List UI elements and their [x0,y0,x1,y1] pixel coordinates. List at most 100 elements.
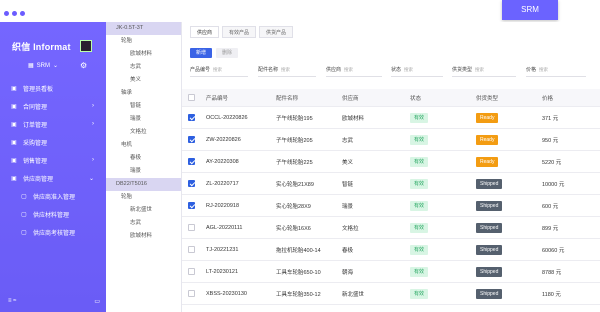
tree-node[interactable]: 智链 [106,100,181,113]
table-row[interactable]: TJ-20221231 拖拉机轮胎400-14 春极 有效 Shipped 60060 元 [182,239,600,261]
sidebar-item[interactable]: ▣ 订单管理 › [0,115,106,133]
part-name: 子午线轮胎205 [276,137,313,144]
tree-group[interactable]: JK-0.5T-3T [106,22,181,35]
tab-supply-products[interactable]: 供货产品 [259,26,294,38]
part-name: 实心轮胎28X9 [276,203,311,210]
column-header[interactable]: 配件名称 [276,89,298,106]
sidebar-subitem[interactable]: ▢ 供应商考核管理 [0,223,106,241]
tree-node[interactable]: 新北盛世 [106,204,181,217]
filter-underline [190,76,248,77]
gear-icon[interactable]: ⚙ [80,61,87,70]
sidebar-subitem-label: 供应商考核管理 [33,230,76,237]
tree-node[interactable]: 瑞景 [106,165,181,178]
add-button[interactable]: 新增 [190,48,213,58]
filter-field[interactable]: 供货类型 搜索 [452,66,516,77]
filter-field[interactable]: 产品编号 搜索 [190,66,248,77]
tree-node[interactable]: 轴承 [106,87,181,100]
filter-placeholder[interactable]: 搜索 [475,67,484,72]
product-code: RJ-20220918 [206,202,240,209]
srm-tab[interactable]: SRM [502,0,558,20]
tree-node[interactable]: 文格拉 [106,126,181,139]
sidebar-panel-icon[interactable]: ▭ [94,298,100,305]
contract-icon: ▣ [11,103,17,110]
status-badge: 有效 [410,288,429,299]
filter-placeholder[interactable]: 搜索 [281,67,290,72]
filter-placeholder[interactable]: 搜索 [344,67,353,72]
column-header[interactable]: 供货类型 [476,89,498,106]
tree-node[interactable]: 瑞景 [106,113,181,126]
sidebar-item[interactable]: ▣ 采购管理 [0,133,106,151]
row-checkbox[interactable] [188,136,195,143]
table-row[interactable]: AY-20220308 子午线轮胎225 美义 有效 Ready 5220 元 [182,151,600,173]
window-dot-icon[interactable] [12,11,17,16]
dashboard-icon: ▣ [11,85,17,92]
table-row[interactable]: ZL-20220717 实心轮胎21X89 智链 有效 Shipped 10000 元 [182,173,600,195]
delete-button[interactable]: 删除 [216,48,239,58]
row-checkbox[interactable] [188,114,195,121]
tree-node[interactable]: 欧城材料 [106,230,181,243]
row-checkbox[interactable] [188,268,195,275]
row-checkbox[interactable] [188,158,195,165]
supply-type-badge: Shipped [476,244,503,255]
filter-underline [452,76,516,77]
row-checkbox[interactable] [188,224,195,231]
filter-field[interactable]: 状态 搜索 [391,66,443,77]
select-all-checkbox[interactable] [188,94,195,101]
row-checkbox[interactable] [188,290,195,297]
brand-name: 织信 Informat [12,42,71,52]
tree-node[interactable]: 志武 [106,61,181,74]
window-dot-icon[interactable] [20,11,25,16]
filter-underline [258,76,316,77]
filter-placeholder[interactable]: 搜索 [213,67,222,72]
filter-field[interactable]: 供应商 搜索 [326,66,382,77]
filter-label: 产品编号 [190,67,211,73]
table-row[interactable]: LT-20230121 工具车轮胎650-10 朝海 有效 Shipped 8788 元 [182,261,600,283]
sidebar-subitem[interactable]: ▢ 供应材料管理 [0,205,106,223]
filter-placeholder[interactable]: 搜索 [539,67,548,72]
filter-label: 配件名称 [258,67,279,73]
tree-node[interactable]: 轮胎 [106,191,181,204]
filter-placeholder[interactable]: 搜索 [404,67,413,72]
grid-icon: ▦ [28,63,34,69]
sidebar-collapse-icon[interactable]: ≡ ≈ [8,298,16,305]
sidebar-item[interactable]: ▣ 管理员看板 [0,79,106,97]
tree-node[interactable]: 电机 [106,139,181,152]
table-row[interactable]: OCCL-20220826 子午线轮胎195 欧城材料 有效 Ready 371 元 [182,107,600,129]
sidebar-item[interactable]: ▣ 合同管理 › [0,97,106,115]
table-row[interactable]: AGL-20220111 实心轮胎16X6 文格拉 有效 Shipped 899 元 [182,217,600,239]
sidebar-item[interactable]: ▣ 供应商管理 ⌄ [0,169,106,187]
part-name: 工具车轮胎650-10 [276,269,321,276]
sidebar-item[interactable]: ▣ 销售管理 › [0,151,106,169]
filter-field[interactable]: 价格 搜索 [526,66,586,77]
sidebar-subitem[interactable]: ▢ 供应商准入管理 [0,187,106,205]
sidebar-bottom: ≡ ≈ ▭ [8,298,100,305]
supplier-name: 春极 [342,247,354,254]
column-header[interactable]: 产品编号 [206,89,228,106]
row-checkbox[interactable] [188,246,195,253]
tab-valid-products[interactable]: 有效产品 [222,26,257,38]
row-checkbox[interactable] [188,202,195,209]
tree-node[interactable]: 志武 [106,217,181,230]
column-header[interactable]: 状态 [410,89,421,106]
price: 950 元 [542,137,559,144]
tree-node[interactable]: 欧城材料 [106,48,181,61]
filter-underline [526,76,586,77]
column-header[interactable]: 价格 [542,89,553,106]
supplier-name: 欧城材料 [342,115,365,122]
price: 1180 元 [542,291,561,298]
table-row[interactable]: XBSS-20230130 工具车轮胎350-12 新北盛世 有效 Shipped 118… [182,283,600,305]
tree-group[interactable]: DB22/T5016 [106,178,181,191]
tree-node[interactable]: 轮胎 [106,35,181,48]
window-dot-icon[interactable] [4,11,9,16]
filter-underline [326,76,382,77]
tree-node[interactable]: 美义 [106,74,181,87]
filter-field[interactable]: 配件名称 搜索 [258,66,316,77]
column-header[interactable]: 供应商 [342,89,359,106]
row-checkbox[interactable] [188,180,195,187]
table-row[interactable]: ZW-20220826 子午线轮胎205 志武 有效 Ready 950 元 [182,129,600,151]
sidebar-item-label: 供应商管理 [23,176,54,183]
table-row[interactable]: RJ-20220918 实心轮胎28X9 瑞景 有效 Shipped 600 元 [182,195,600,217]
tab-supplier[interactable]: 供应商 [190,26,220,38]
tree-node[interactable]: 春极 [106,152,181,165]
module-select[interactable]: ▦ SRM ⌄ [28,62,58,70]
